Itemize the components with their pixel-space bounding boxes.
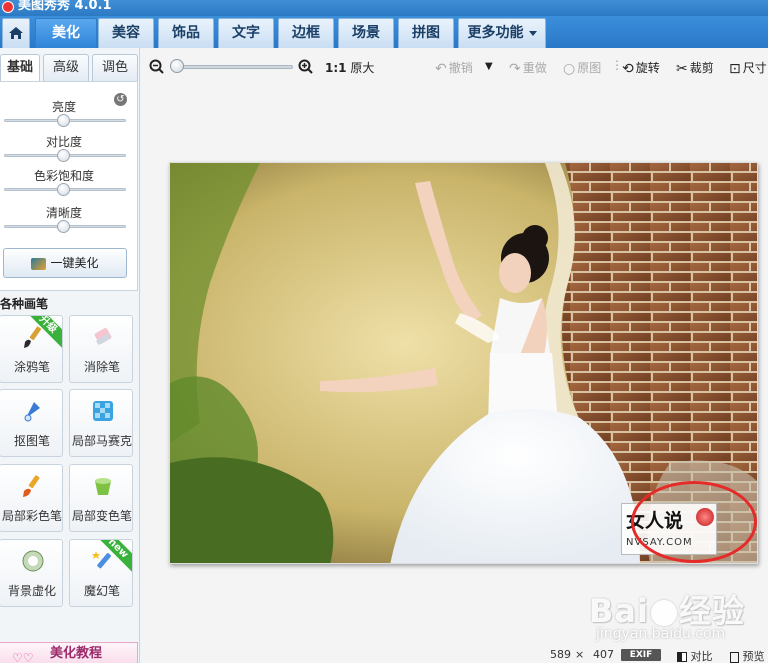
subtab-basic[interactable]: 基础	[0, 54, 40, 82]
baidu-paw-icon	[650, 600, 677, 626]
resize-icon: ⊡	[729, 60, 741, 77]
caret-down-icon: ▼	[485, 61, 493, 72]
actual-size-button[interactable]: 1:1 原大	[325, 59, 374, 76]
original-image-button[interactable]: ○ 原图	[563, 59, 601, 77]
title-bar: 美图秀秀 4.0.1	[0, 0, 768, 16]
color-brush-icon	[23, 475, 40, 497]
tab-collage[interactable]: 拼图	[398, 18, 454, 48]
brushes-section-title: 各种画笔	[0, 297, 49, 311]
magic-pen-tile[interactable]: new 魔幻笔	[69, 539, 133, 607]
main-menu-bar: 美化 美容 饰品 文字 边框 场景 拼图 更多功能	[0, 16, 768, 48]
resize-button[interactable]: ⊡ 尺寸	[729, 59, 767, 77]
window-title: 美图秀秀 4.0.1	[18, 0, 112, 13]
zoom-in-icon[interactable]	[298, 59, 314, 75]
blur-icon	[22, 550, 44, 572]
rotate-icon: ⟲	[622, 60, 634, 77]
home-icon	[9, 27, 23, 39]
paint-bucket-icon	[95, 478, 111, 495]
contrast-label: 对比度	[45, 135, 82, 149]
local-color-brush-tile[interactable]: 局部彩色笔	[0, 464, 63, 532]
compare-button[interactable]: 对比	[677, 648, 713, 663]
hearts-icon: ♡♡	[12, 651, 34, 663]
tab-frame[interactable]: 边框	[278, 18, 334, 48]
undo-history-dropdown[interactable]: ▼	[485, 59, 495, 73]
adjust-subtabs: 基础 高级 调色	[0, 52, 140, 82]
home-button[interactable]	[2, 18, 30, 48]
zoom-out-icon[interactable]	[149, 59, 165, 75]
tab-accessories[interactable]: 饰品	[158, 18, 214, 48]
subtab-advanced[interactable]: 高级	[43, 54, 89, 82]
redo-icon: ↷	[509, 60, 521, 77]
brightness-label: 亮度	[51, 100, 76, 114]
redo-button[interactable]: ↷ 重做	[509, 59, 547, 77]
local-mosaic-tile[interactable]: 局部马赛克	[69, 389, 133, 457]
tab-text[interactable]: 文字	[218, 18, 274, 48]
sharpness-slider-knob[interactable]	[57, 220, 70, 233]
tab-beautify[interactable]: 美化	[35, 18, 97, 48]
undo-button[interactable]: ↶ 撤销	[435, 59, 473, 77]
undo-icon: ↶	[435, 60, 447, 77]
sharpness-label: 清晰度	[45, 206, 82, 220]
crop-button[interactable]: ✂ 裁剪	[676, 59, 714, 77]
chevron-down-icon	[528, 30, 537, 36]
saturation-slider-knob[interactable]	[57, 183, 70, 196]
tab-scene[interactable]: 场景	[338, 18, 394, 48]
cutout-pen-tile[interactable]: 抠图笔	[0, 389, 63, 457]
one-key-beautify-button[interactable]: 一键美化	[3, 248, 127, 278]
red-annotation-circle	[631, 481, 757, 563]
preview-icon	[730, 651, 739, 663]
zoom-slider-track[interactable]	[173, 65, 293, 69]
preview-button[interactable]: 预览	[730, 648, 765, 663]
status-bar: 589 × 407 EXIF 对比 预览	[141, 648, 768, 663]
left-panel: 基础 高级 调色 ↺ 亮度 对比度 色彩饱和度 清晰度 一键美化 各种画笔 升级…	[0, 48, 140, 663]
basic-adjust-box: ↺ 亮度 对比度 色彩饱和度 清晰度 一键美化	[0, 81, 138, 291]
compare-icon	[677, 652, 687, 662]
eraser-brush-tile[interactable]: 消除笔	[69, 315, 133, 383]
rotate-button[interactable]: ⟲ 旋转	[622, 59, 660, 77]
contrast-slider-knob[interactable]	[57, 149, 70, 162]
dimension-separator: ×	[575, 648, 585, 661]
zoom-slider-knob[interactable]	[170, 59, 184, 73]
beautify-tutorial-button[interactable]: ♡♡ 美化教程	[0, 642, 138, 663]
eraser-icon	[94, 328, 112, 345]
scissors-icon: ✂	[676, 60, 688, 77]
canvas-toolbar: 1:1 原大 ↶ 撤销 ▼ ↷ 重做 ○ 原图 ⋮ ⟲ 旋转 ✂ 裁剪 ⊡ 尺寸	[141, 48, 768, 86]
pen-cutout-icon	[24, 402, 40, 422]
baidu-url-watermark: jingyan.baidu.com	[596, 626, 726, 642]
brightness-slider-knob[interactable]	[57, 114, 70, 127]
image-width: 589	[550, 648, 571, 661]
tab-more-features[interactable]: 更多功能	[458, 18, 546, 48]
image-height: 407	[593, 648, 614, 661]
saturation-label: 色彩饱和度	[33, 169, 94, 183]
circle-icon: ○	[563, 60, 576, 77]
subtab-color-tone[interactable]: 调色	[92, 54, 138, 82]
doodle-brush-tile[interactable]: 升级 涂鸦笔	[0, 315, 63, 383]
mosaic-icon	[93, 401, 113, 421]
magic-wand-icon	[31, 257, 47, 270]
local-recolor-brush-tile[interactable]: 局部变色笔	[69, 464, 133, 532]
background-blur-tile[interactable]: 背景虚化	[0, 539, 63, 607]
workspace: 1:1 原大 ↶撤销 ▼ ↷重做 ○原图 ⋮ ⟲旋转 ✂裁剪 ⊡尺寸	[141, 48, 768, 663]
tab-beauty[interactable]: 美容	[98, 18, 154, 48]
app-logo-icon	[2, 1, 14, 13]
exif-button[interactable]: EXIF	[621, 649, 661, 661]
